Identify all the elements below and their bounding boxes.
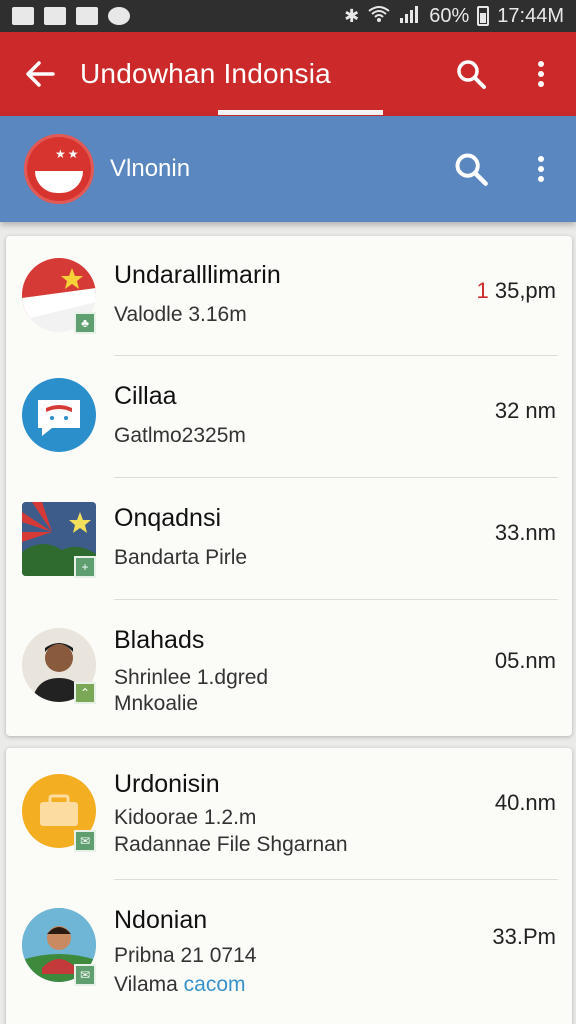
app-badge-icon: ♣ [74, 312, 96, 334]
app-bar: Undowhan Indonsia [0, 32, 576, 116]
conversation-preview: Bandarta Pirle [114, 546, 248, 569]
conversation-name: Urdonisin [114, 770, 220, 798]
wifi-icon [367, 5, 391, 28]
conversation-time: 33.Pm [492, 924, 556, 949]
list-item[interactable]: ✉ Ndonian Pribna 21 0714 Vilama cacom 33… [6, 880, 572, 1016]
group-avatar[interactable]: ★★ [24, 134, 94, 204]
conversation-preview: Shrinlee 1.dgred [114, 666, 269, 689]
conversation-time: 32 nm [494, 398, 556, 423]
notification-icon [76, 7, 98, 25]
sub-more-options-button[interactable] [506, 116, 576, 222]
back-button[interactable] [0, 60, 80, 88]
more-vert-icon [538, 61, 544, 87]
app-badge-icon: + [74, 556, 96, 578]
sub-search-button[interactable] [436, 116, 506, 222]
notification-icon [44, 7, 66, 25]
conversation-name: Cillaa [114, 382, 177, 410]
signal-icon [399, 4, 421, 29]
app-title: Undowhan Indonsia [80, 58, 331, 89]
app-badge-icon: ⌃ [74, 682, 96, 704]
conversation-preview: Valodle 3.16m [114, 303, 247, 326]
bluetooth-icon: ✱ [344, 5, 360, 26]
conversation-card: ✉ Urdonisin Kidoorae 1.2.m Radannae File… [6, 748, 572, 1024]
more-vert-icon [538, 156, 544, 182]
flag-stars-icon: ★★ [55, 147, 81, 161]
conversation-preview: Gatlmo2325m [114, 424, 246, 447]
more-options-button[interactable] [506, 32, 576, 116]
conversation-preview-line2: Radannae File Shgarnan [114, 833, 348, 856]
app-badge-icon: ✉ [74, 830, 96, 852]
search-icon [457, 60, 486, 89]
list-item[interactable]: ✉ Urdonisin Kidoorae 1.2.m Radannae File… [6, 748, 572, 880]
conversation-card: ♣ Undaralllimarin Valodle 3.16m 1 35,pm … [6, 236, 572, 736]
conversation-preview: Pribna 21 0714 [114, 944, 257, 967]
notification-icon [108, 7, 130, 25]
conversation-name: Undaralllimarin [114, 261, 281, 289]
list-item[interactable]: ♣ Undaralllimarin Valodle 3.16m 1 35,pm [6, 236, 572, 356]
conversation-name: Blahads [114, 626, 205, 654]
app-badge-icon: ✉ [74, 964, 96, 986]
preview-link[interactable]: cacom [184, 973, 246, 996]
conversation-time: 33.nm [494, 520, 556, 545]
list-item[interactable]: ⌃ Blahads Shrinlee 1.dgred Mnkoalie 05.n… [6, 600, 572, 736]
conversation-preview-line2: Vilama cacom [114, 973, 246, 996]
back-arrow-icon [26, 61, 55, 87]
avatar [22, 378, 96, 452]
battery-percent: 60% [429, 4, 470, 27]
conversation-time: 1 35,pm [476, 278, 556, 303]
conversation-preview-line2: Mnkoalie [114, 692, 199, 715]
battery-icon [477, 6, 490, 26]
notification-icon [12, 7, 34, 25]
sub-title: Vlnonin [110, 155, 191, 182]
sub-bar: ★★ Vlnonin [0, 116, 576, 222]
conversation-name: Ndonian [114, 906, 208, 934]
list-item[interactable]: + Onqadnsi Bandarta Pirle 33.nm [6, 478, 572, 600]
search-button[interactable] [436, 32, 506, 116]
conversation-time: 05.nm [494, 648, 556, 673]
search-icon [455, 153, 488, 186]
conversation-time: 40.nm [494, 790, 556, 815]
conversation-name: Onqadnsi [114, 504, 222, 532]
status-bar: ✱ 60% 17:44M [0, 0, 576, 32]
list-item[interactable]: Cillaa Gatlmo2325m 32 nm [6, 356, 572, 478]
conversation-preview: Kidoorae 1.2.m [114, 806, 257, 829]
clock: 17:44M [497, 4, 564, 27]
tab-indicator [218, 110, 383, 115]
